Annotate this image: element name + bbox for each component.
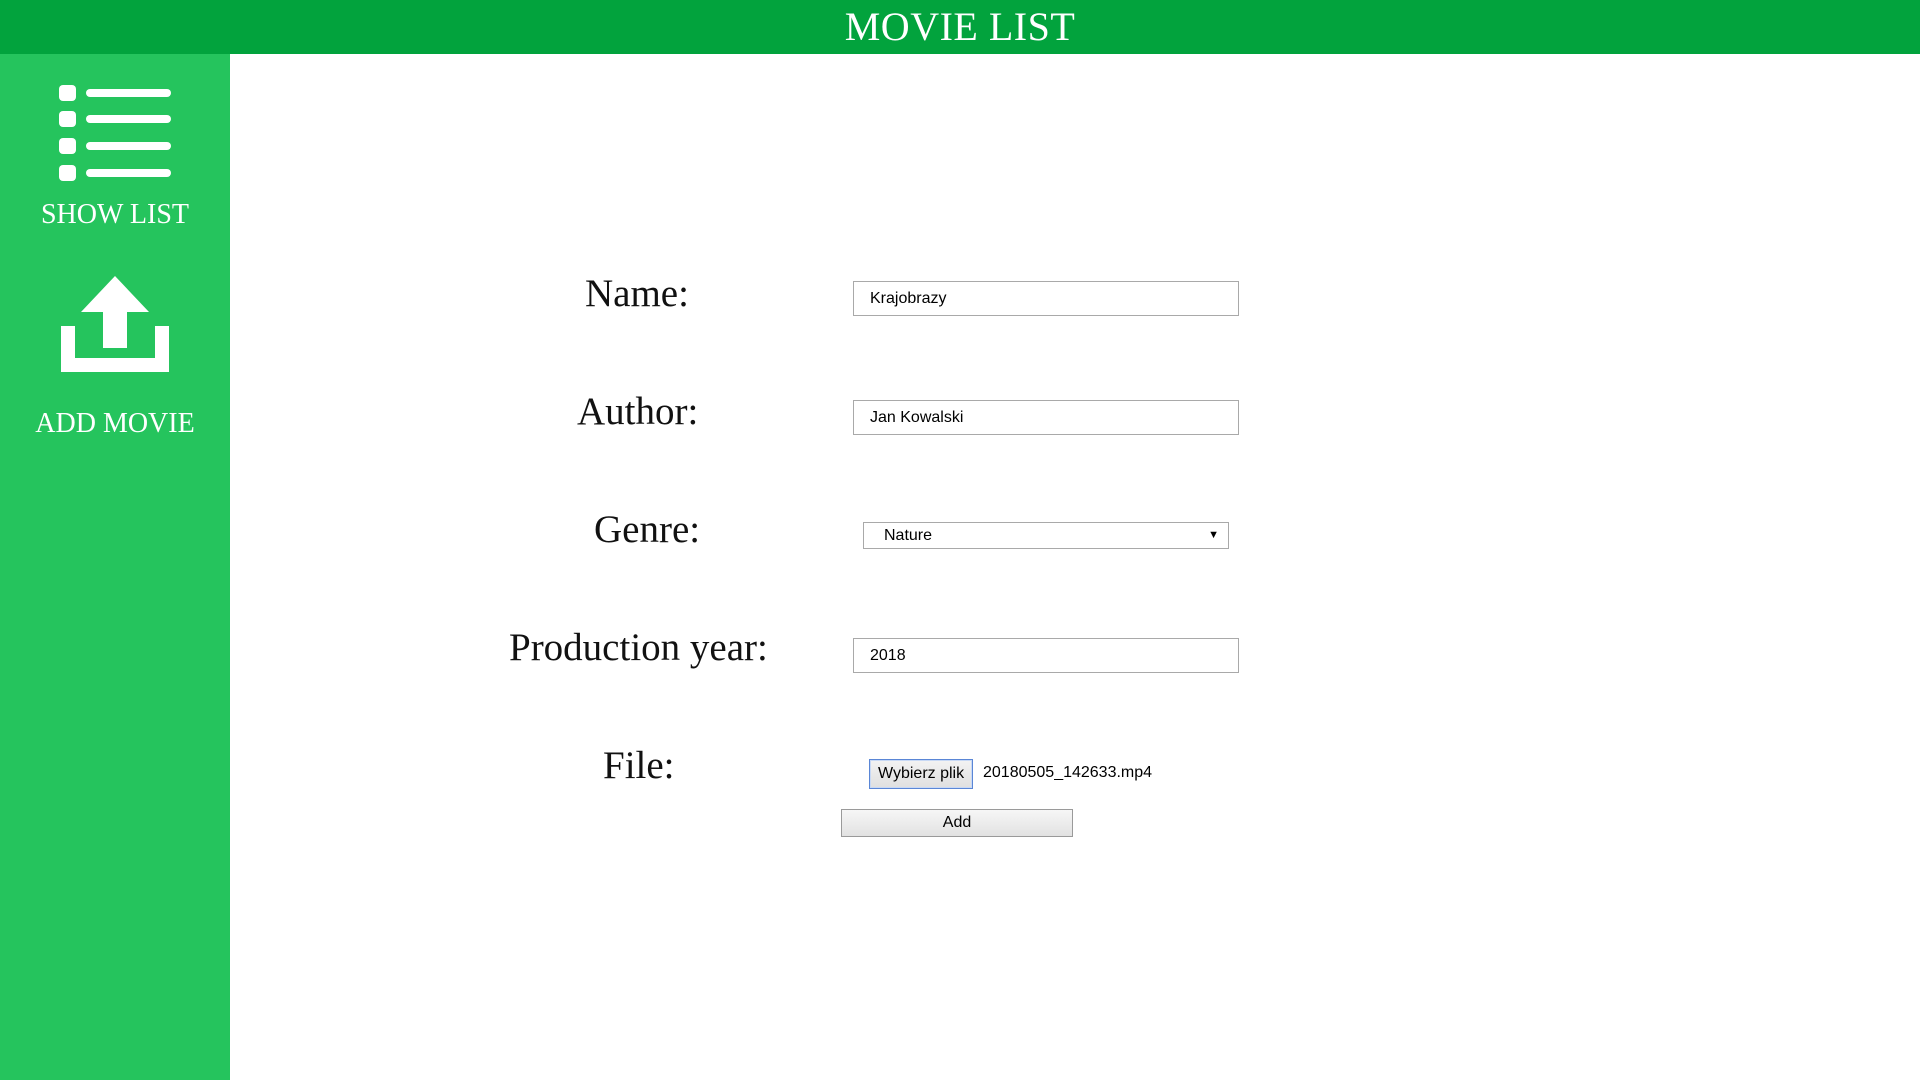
- sidebar-item-show-list[interactable]: SHOW LIST: [0, 84, 230, 229]
- author-label: Author:: [577, 390, 699, 433]
- sidebar-item-label: SHOW LIST: [40, 199, 190, 230]
- name-label: Name:: [585, 272, 689, 315]
- header-bar: MOVIE LIST: [0, 0, 1920, 54]
- upload-icon: [61, 276, 169, 372]
- page-title: MOVIE LIST: [844, 4, 1076, 49]
- genre-selected-value: Nature: [884, 526, 933, 544]
- main-content: Name: Author: Genre: Nature ▼ Production…: [230, 54, 1920, 1080]
- genre-label: Genre:: [594, 508, 701, 551]
- author-field[interactable]: [853, 400, 1239, 435]
- sidebar-item-label: ADD MOVIE: [35, 408, 195, 439]
- sidebar-item-add-movie[interactable]: ADD MOVIE: [0, 276, 230, 438]
- genre-select[interactable]: Nature ▼: [863, 522, 1229, 549]
- selected-file-name: 20180505_142633.mp4: [983, 764, 1153, 781]
- add-button[interactable]: Add: [841, 809, 1073, 837]
- file-label: File:: [603, 744, 675, 787]
- production-year-field[interactable]: [853, 638, 1239, 673]
- sidebar: SHOW LIST ADD MOVIE: [0, 54, 230, 1080]
- name-field[interactable]: [853, 281, 1239, 316]
- production-year-label: Production year:: [509, 626, 768, 669]
- list-icon: [59, 85, 171, 181]
- chevron-down-icon: ▼: [1208, 529, 1219, 541]
- choose-file-button[interactable]: Wybierz plik: [869, 759, 974, 789]
